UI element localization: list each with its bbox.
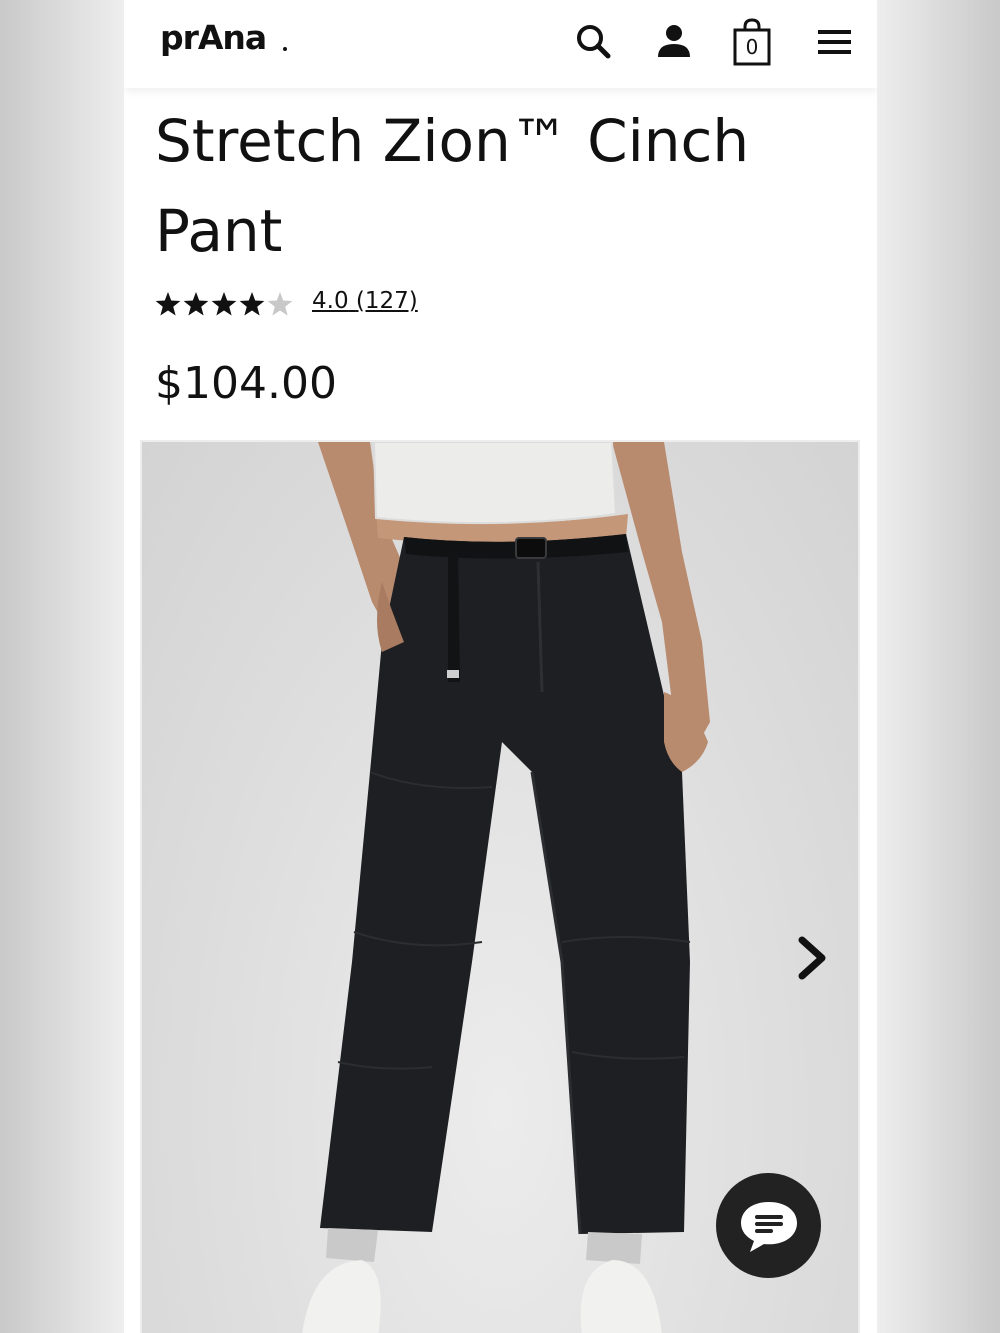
chat-button[interactable] <box>716 1173 821 1278</box>
reviews-link[interactable]: 4.0 (127) <box>312 288 418 314</box>
star-filled-icon <box>155 292 181 316</box>
rating-value[interactable]: 4.0 <box>312 288 349 314</box>
star-filled-icon <box>183 292 209 316</box>
star-empty-icon <box>267 292 293 316</box>
account-icon[interactable] <box>654 20 694 64</box>
shopping-bag-icon[interactable]: 0 <box>732 18 772 66</box>
review-count[interactable]: (127) <box>356 288 418 314</box>
site-header: prAna 0 <box>124 0 877 88</box>
product-page: prAna 0 Stretch Zion™ Cinch Pant 4.0 (12… <box>124 0 877 1333</box>
bag-count: 0 <box>745 35 759 59</box>
search-icon[interactable] <box>575 20 615 64</box>
chevron-right-icon[interactable] <box>792 932 832 984</box>
page-background-left <box>0 0 124 1333</box>
product-price: $104.00 <box>155 358 337 409</box>
chat-icon <box>741 1202 797 1252</box>
page-background-right <box>876 0 1000 1333</box>
logo-registered-mark <box>283 47 287 51</box>
star-filled-icon <box>239 292 265 316</box>
menu-icon[interactable] <box>814 20 854 64</box>
star-filled-icon <box>211 292 237 316</box>
product-title: Stretch Zion™ Cinch Pant <box>155 107 750 265</box>
rating-stars <box>155 292 293 316</box>
brand-logo[interactable]: prAna <box>160 18 267 57</box>
